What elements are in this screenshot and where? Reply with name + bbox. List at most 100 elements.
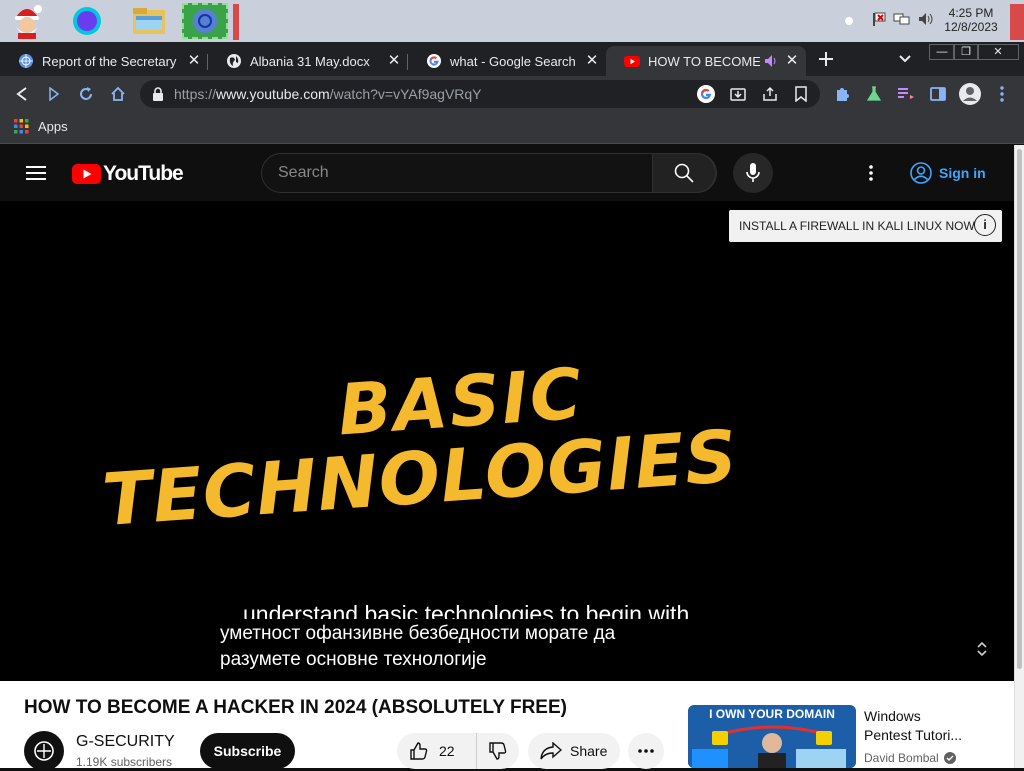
restore-button[interactable]: ❐ xyxy=(953,44,979,60)
chrome-taskbar-icon[interactable] xyxy=(182,3,228,39)
globe-icon xyxy=(227,54,241,68)
close-tab-icon[interactable]: ✕ xyxy=(386,53,402,69)
share-arrow-icon xyxy=(540,742,562,760)
info-icon[interactable]: i xyxy=(974,214,996,236)
side-panel-icon xyxy=(930,87,946,101)
side-panel-button[interactable] xyxy=(926,82,950,106)
recommended-channel[interactable]: David Bombal xyxy=(864,751,956,765)
page-scrollbar[interactable] xyxy=(1014,145,1024,768)
kebab-menu-icon xyxy=(869,165,873,181)
extensions-button[interactable] xyxy=(830,82,854,106)
guide-menu-button[interactable] xyxy=(24,161,48,185)
tab-google-search[interactable]: what - Google Search ✕ xyxy=(408,46,606,76)
tab-title: HOW TO BECOME A xyxy=(648,53,760,69)
clock-date: 12/8/2023 xyxy=(944,20,998,34)
tab-report-secretary[interactable]: Report of the Secretary G ✕ xyxy=(0,46,208,76)
youtube-logo[interactable]: YouTube xyxy=(72,162,184,186)
tab-albania-docx[interactable]: Albania 31 May.docx ✕ xyxy=(208,46,408,76)
minimize-button[interactable]: — xyxy=(929,44,955,60)
sign-in-button[interactable]: Sign in xyxy=(898,153,998,193)
profile-button[interactable] xyxy=(958,82,982,106)
network-icon[interactable] xyxy=(893,11,911,32)
channel-avatar[interactable] xyxy=(24,731,64,771)
share-button[interactable]: Share xyxy=(528,733,620,769)
home-button[interactable] xyxy=(106,82,130,106)
new-tab-button[interactable] xyxy=(814,47,838,71)
address-bar[interactable]: https://www.youtube.com/watch?v=vYAf9agV… xyxy=(140,80,820,108)
sponsored-card-chip[interactable]: INSTALL A FIREWALL IN KALI LINUX NOW i xyxy=(729,210,1002,242)
apps-bookmark[interactable]: Apps xyxy=(14,119,68,134)
settings-menu-button[interactable] xyxy=(859,161,883,185)
sign-in-label: Sign in xyxy=(939,165,986,181)
circle-app-icon[interactable] xyxy=(64,3,110,39)
recommended-title-line-1: Windows xyxy=(864,708,921,724)
video-player[interactable]: INSTALL A FIREWALL IN KALI LINUX NOW i B… xyxy=(0,201,1014,681)
tab-audio-speaker-icon[interactable] xyxy=(764,54,778,68)
close-window-button[interactable]: ✕ xyxy=(977,44,1019,60)
bookmark-icon[interactable] xyxy=(794,86,808,102)
recommended-video-thumbnail[interactable]: I OWN YOUR DOMAIN xyxy=(688,705,856,768)
back-button[interactable] xyxy=(10,82,34,106)
youtube-icon xyxy=(624,56,640,67)
more-horizontal-icon xyxy=(638,749,654,753)
youtube-play-logo-icon xyxy=(72,164,101,184)
youtube-wordmark: YouTube xyxy=(103,162,184,185)
microphone-icon xyxy=(746,163,760,182)
file-explorer-icon[interactable] xyxy=(126,3,172,39)
close-tab-icon[interactable]: ✕ xyxy=(784,53,800,69)
browser-tab-strip: Report of the Secretary G ✕ Albania 31 M… xyxy=(0,42,1024,76)
dislike-button[interactable] xyxy=(477,733,519,769)
google-lens-icon[interactable] xyxy=(697,85,715,103)
scrollbar-thumb[interactable] xyxy=(1017,149,1022,669)
more-actions-button[interactable] xyxy=(628,733,664,769)
network-flag-icon[interactable] xyxy=(871,11,887,32)
bookmarks-bar: Apps xyxy=(0,112,1024,144)
resize-handle-icon[interactable] xyxy=(977,642,987,656)
volume-icon[interactable] xyxy=(917,11,935,32)
channel-name[interactable]: G-SECURITY xyxy=(76,733,175,751)
verified-badge-icon xyxy=(943,752,956,764)
subtitle-line-2: разумете основне технологије xyxy=(220,649,487,670)
share-page-icon[interactable] xyxy=(762,86,778,102)
url-text: https://www.youtube.com/watch?v=vYAf9agV… xyxy=(174,86,482,102)
flask-icon xyxy=(866,86,882,101)
back-arrow-icon xyxy=(16,87,27,101)
tab-title: Albania 31 May.docx xyxy=(250,53,370,69)
search-icon xyxy=(674,163,694,183)
youtube-search-box[interactable]: Search xyxy=(261,153,717,193)
like-button[interactable]: 22 xyxy=(397,733,477,769)
close-tab-icon[interactable]: ✕ xyxy=(584,53,600,69)
taskbar-clock[interactable]: 4:25 PM 12/8/2023 xyxy=(936,6,1006,34)
tab-title: Report of the Secretary G xyxy=(42,53,180,69)
reload-button[interactable] xyxy=(74,82,98,106)
forward-button[interactable] xyxy=(42,82,66,106)
windows-taskbar: 4:25 PM 12/8/2023 xyxy=(0,0,1024,42)
chrome-menu-button[interactable] xyxy=(990,82,1014,106)
google-icon xyxy=(427,54,441,68)
reading-list-button[interactable] xyxy=(894,82,918,106)
labs-flask-button[interactable] xyxy=(862,82,886,106)
search-input[interactable]: Search xyxy=(278,164,329,182)
playlist-icon xyxy=(898,88,914,99)
voice-search-button[interactable] xyxy=(733,153,773,193)
close-tab-icon[interactable]: ✕ xyxy=(186,53,202,69)
like-count: 22 xyxy=(439,743,455,759)
subscribe-button[interactable]: Subscribe xyxy=(200,733,295,769)
recommended-channel-name: David Bombal xyxy=(864,751,939,765)
forward-arrow-icon xyxy=(49,87,60,101)
tab-search-dropdown[interactable] xyxy=(893,47,917,71)
tab-youtube-active[interactable]: HOW TO BECOME A ✕ xyxy=(606,46,806,76)
tray-dot-icon[interactable] xyxy=(845,17,853,25)
kebab-menu-icon xyxy=(1000,86,1004,102)
install-app-icon[interactable] xyxy=(730,86,746,102)
apps-grid-icon xyxy=(14,119,29,134)
share-label: Share xyxy=(570,743,608,759)
recommended-video-title[interactable]: Windows Pentest Tutori... xyxy=(864,707,1004,745)
video-metadata: HOW TO BECOME A HACKER IN 2024 (ABSOLUTE… xyxy=(0,681,1014,771)
lock-icon[interactable] xyxy=(152,87,164,101)
show-desktop-button[interactable] xyxy=(1010,4,1024,40)
search-button[interactable] xyxy=(652,153,716,193)
santa-app-icon[interactable] xyxy=(4,3,50,39)
hamburger-menu-icon xyxy=(26,166,46,180)
reload-icon xyxy=(80,87,92,100)
